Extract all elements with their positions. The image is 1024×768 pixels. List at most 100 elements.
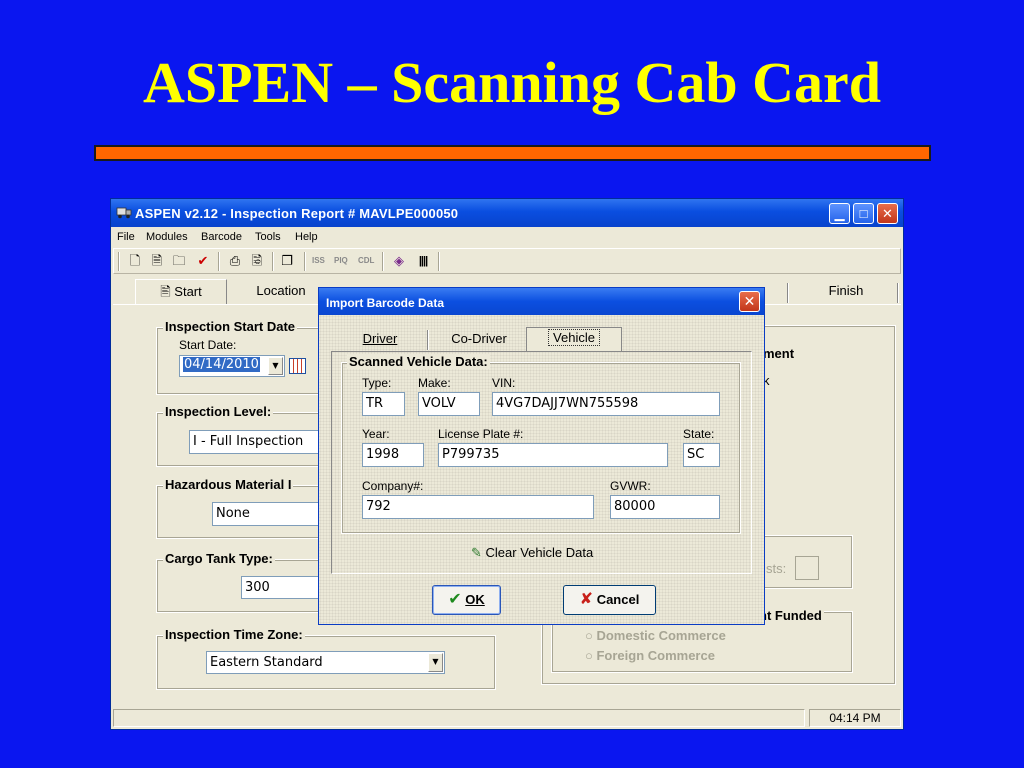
ok-label: OK bbox=[465, 592, 485, 607]
status-clock: 04:14 PM bbox=[809, 709, 901, 727]
new-file-icon[interactable]: 🗋 bbox=[126, 253, 144, 269]
chevron-down-icon[interactable]: ▼ bbox=[428, 653, 443, 672]
inspection-level-label: Inspection Level: bbox=[163, 404, 274, 419]
tab-vehicle[interactable]: Vehicle bbox=[526, 327, 622, 352]
ok-button[interactable]: ✔ OK bbox=[432, 585, 501, 615]
domestic-commerce-label: Domestic Commerce bbox=[596, 628, 726, 643]
minimize-button[interactable]: ▁ bbox=[829, 203, 850, 224]
toolbar-separator bbox=[438, 252, 440, 271]
start-tab-icon: 🖹 bbox=[160, 284, 171, 299]
window-title: ASPEN v2.12 - Inspection Report # MAVLPE… bbox=[135, 206, 459, 221]
tab-start-label: Start bbox=[174, 284, 202, 299]
type-label: Type: bbox=[362, 376, 392, 390]
print-preview-icon[interactable]: 🗟 bbox=[248, 253, 266, 269]
menu-modules[interactable]: Modules bbox=[146, 231, 188, 243]
window-titlebar[interactable]: ASPEN v2.12 - Inspection Report # MAVLPE… bbox=[111, 199, 903, 227]
toolbar-separator bbox=[272, 252, 274, 271]
toolbar: 🗋 🗎 🗀 ✔ ⎙ 🗟 ❐ ISS PIQ CDL ◈ |||| bbox=[113, 248, 901, 274]
toolbar-separator bbox=[118, 252, 120, 271]
clear-vehicle-data-button[interactable]: ✎ Clear Vehicle Data bbox=[471, 545, 593, 561]
tab-separator bbox=[897, 283, 899, 303]
eraser-icon: ✎ bbox=[471, 545, 482, 560]
foreign-commerce-label: Foreign Commerce bbox=[596, 648, 715, 663]
start-date-field[interactable]: 04/14/2010 ▼ bbox=[179, 355, 285, 377]
start-date-group-label: Inspection Start Date bbox=[163, 319, 298, 334]
dialog-close-button[interactable]: ✕ bbox=[739, 291, 760, 312]
time-zone-value: Eastern Standard bbox=[210, 655, 323, 670]
checkmark-icon: ✔ bbox=[448, 591, 462, 608]
type-field[interactable]: TR bbox=[362, 392, 405, 416]
x-mark-icon: ✘ bbox=[579, 591, 594, 608]
hazmat-label: Hazardous Material I bbox=[163, 477, 294, 492]
dialog-titlebar[interactable]: Import Barcode Data ✕ bbox=[319, 288, 764, 315]
tab-driver-label: Driver bbox=[362, 331, 398, 346]
piq-button[interactable]: PIQ bbox=[334, 253, 348, 269]
menu-help[interactable]: Help bbox=[295, 231, 318, 243]
calendar-icon[interactable] bbox=[289, 358, 306, 374]
license-plate-field[interactable]: P799735 bbox=[438, 443, 668, 467]
tests-field[interactable] bbox=[795, 556, 819, 580]
foreign-commerce-radio[interactable]: ○ Foreign Commerce bbox=[585, 648, 715, 663]
tab-start[interactable]: 🖹 Start bbox=[135, 279, 227, 304]
menu-tools[interactable]: Tools bbox=[255, 231, 281, 243]
truck-icon bbox=[116, 207, 132, 219]
tests-label-partial: sts: bbox=[766, 561, 787, 576]
vin-field[interactable]: 4VG7DAJJ7WN755598 bbox=[492, 392, 720, 416]
license-plate-label: License Plate #: bbox=[438, 427, 524, 441]
iss-button[interactable]: ISS bbox=[312, 253, 325, 269]
import-barcode-dialog: Import Barcode Data ✕ Driver Co-Driver V… bbox=[318, 287, 765, 625]
company-field[interactable]: 792 bbox=[362, 495, 594, 519]
funded-label-partial: nt Funded bbox=[757, 608, 824, 623]
open-file-icon[interactable]: 🗎 bbox=[148, 253, 166, 269]
make-field[interactable]: VOLV bbox=[418, 392, 480, 416]
toolbar-separator bbox=[304, 252, 306, 271]
tab-vehicle-label: Vehicle bbox=[548, 329, 600, 346]
domestic-commerce-radio[interactable]: ○ Domestic Commerce bbox=[585, 628, 726, 643]
company-label: Company#: bbox=[362, 479, 424, 493]
cdl-button[interactable]: CDL bbox=[358, 253, 374, 269]
year-label: Year: bbox=[362, 427, 390, 441]
cancel-button[interactable]: ✘ Cancel bbox=[563, 585, 656, 615]
right-panel-heading-partial: ment bbox=[763, 346, 795, 361]
make-label: Make: bbox=[418, 376, 451, 390]
tab-co-driver[interactable]: Co-Driver bbox=[441, 329, 517, 351]
cancel-label: Cancel bbox=[596, 592, 640, 607]
dialog-title: Import Barcode Data bbox=[326, 296, 445, 310]
menu-barcode[interactable]: Barcode bbox=[201, 231, 242, 243]
clear-vehicle-data-label: Clear Vehicle Data bbox=[485, 545, 594, 560]
time-zone-label: Inspection Time Zone: bbox=[163, 627, 305, 642]
vin-label: VIN: bbox=[492, 376, 516, 390]
checkmark-icon[interactable]: ✔ bbox=[194, 253, 212, 269]
print-icon[interactable]: ⎙ bbox=[226, 253, 244, 269]
menu-bar: File Modules Barcode Tools Help bbox=[111, 227, 903, 247]
state-label: State: bbox=[683, 427, 715, 441]
tab-finish[interactable]: Finish bbox=[801, 279, 891, 304]
chevron-down-icon[interactable]: ▼ bbox=[268, 357, 283, 375]
start-date-value: 04/14/2010 bbox=[183, 357, 260, 372]
tab-location[interactable]: Location bbox=[241, 279, 321, 304]
toolbar-separator bbox=[382, 252, 384, 271]
gvwr-field[interactable]: 80000 bbox=[610, 495, 720, 519]
copy-pages-icon[interactable]: ❐ bbox=[278, 253, 296, 269]
toolbar-separator bbox=[218, 252, 220, 271]
folder-icon[interactable]: 🗀 bbox=[170, 253, 188, 269]
close-button[interactable]: ✕ bbox=[877, 203, 898, 224]
start-date-label: Start Date: bbox=[179, 338, 237, 352]
book-icon[interactable]: ◈ bbox=[390, 253, 408, 269]
dialog-tab-separator bbox=[427, 330, 429, 350]
gvwr-label: GVWR: bbox=[610, 479, 651, 493]
maximize-button[interactable]: □ bbox=[853, 203, 874, 224]
menu-file[interactable]: File bbox=[117, 231, 135, 243]
status-bar: 04:14 PM bbox=[111, 707, 903, 729]
title-divider bbox=[94, 145, 931, 161]
slide-title: ASPEN – Scanning Cab Card bbox=[142, 50, 882, 115]
year-field[interactable]: 1998 bbox=[362, 443, 424, 467]
tab-driver[interactable]: Driver bbox=[355, 329, 405, 351]
cargo-tank-label: Cargo Tank Type: bbox=[163, 551, 275, 566]
state-field[interactable]: SC bbox=[683, 443, 720, 467]
tab-separator bbox=[787, 283, 789, 303]
scanned-vehicle-label: Scanned Vehicle Data: bbox=[347, 354, 490, 369]
time-zone-select[interactable]: Eastern Standard ▼ bbox=[206, 651, 445, 674]
barcode-icon[interactable]: |||| bbox=[414, 253, 432, 269]
status-message bbox=[113, 709, 805, 727]
